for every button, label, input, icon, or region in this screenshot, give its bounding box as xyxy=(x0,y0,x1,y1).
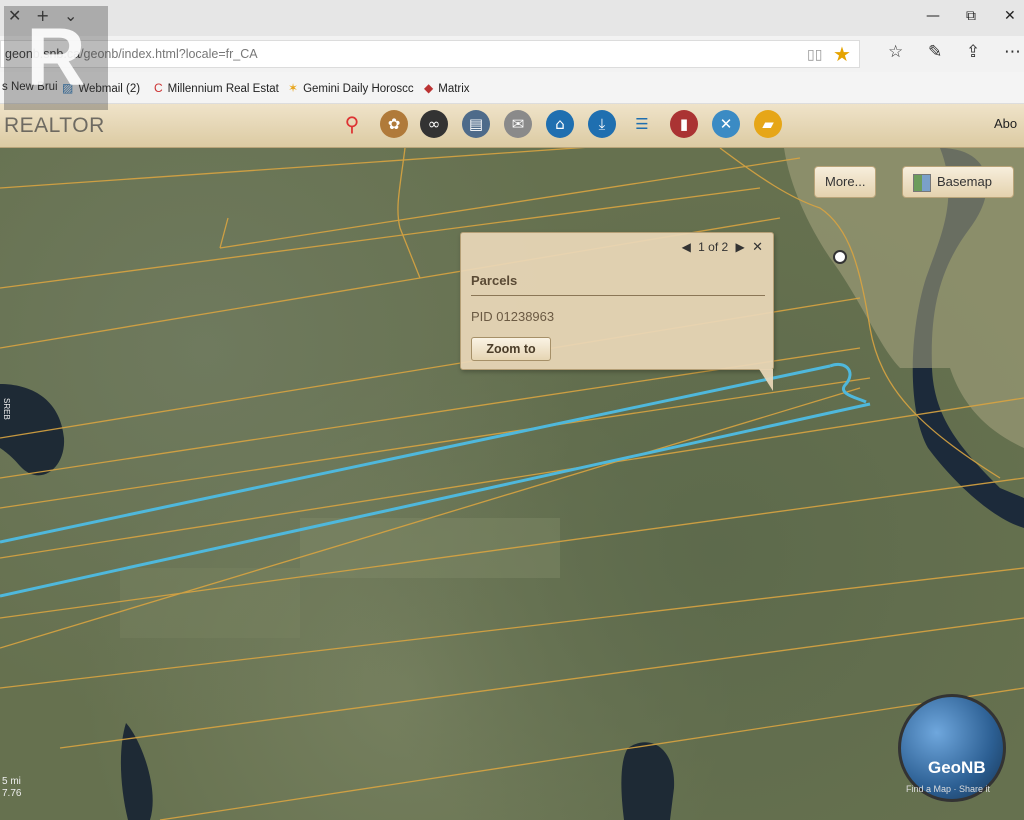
basemap-label: Basemap xyxy=(937,174,992,189)
favorite-item[interactable]: ◆ Matrix xyxy=(424,81,470,95)
printer-icon[interactable]: ▤ xyxy=(462,110,490,138)
restore-icon[interactable]: ⧉ xyxy=(966,8,976,24)
star-burst-icon: ✶ xyxy=(288,81,299,95)
more-button[interactable]: More... xyxy=(814,166,877,198)
scale-bar: 5 mi 7.76 xyxy=(2,776,22,799)
address-bar: geonb.snb.ca/geonb/index.html?locale=fr_… xyxy=(0,36,1024,72)
popup-pager: ◀ 1 of 2 ▶ ✕ xyxy=(678,240,763,255)
browser-titlebar: ✕ + ⌄ — ⧉ ✕ xyxy=(0,0,1024,36)
book-icon[interactable]: ▮ xyxy=(670,110,698,138)
lake-shape xyxy=(621,742,675,820)
map-canvas[interactable]: More... Basemap ◀ 1 of 2 ▶ ✕ Parcels PID… xyxy=(0,148,1024,820)
share-icon[interactable]: ⇪ xyxy=(966,42,980,62)
pager-text: 1 of 2 xyxy=(698,240,729,254)
window-close-icon[interactable]: ✕ xyxy=(1004,8,1016,24)
favorites-hub-icon[interactable]: ☆ xyxy=(888,42,903,62)
pin-icon[interactable]: ⚲ xyxy=(338,110,366,138)
globe-tool-icon[interactable]: ✕ xyxy=(712,110,740,138)
mailbox-icon[interactable]: ✉ xyxy=(504,110,532,138)
geonb-tagline: Find a Map · Share it xyxy=(906,784,991,794)
map-edge-label: SREB xyxy=(2,398,11,420)
more-options-icon[interactable]: ⋯ xyxy=(1004,42,1021,62)
pen-note-icon[interactable]: ✎ xyxy=(928,42,942,62)
popup-pointer xyxy=(759,369,773,391)
minimize-icon[interactable]: — xyxy=(926,8,940,24)
list-icon[interactable]: ☰ xyxy=(628,110,656,138)
zoom-to-button[interactable]: Zoom to xyxy=(471,337,551,361)
parcel-popup: ◀ 1 of 2 ▶ ✕ Parcels PID 01238963 Zoom t… xyxy=(460,232,774,391)
popup-divider xyxy=(471,295,765,296)
favorites-bar: s New Brui ▨ Webmail (2) C Millennium Real… xyxy=(0,72,1024,104)
favorite-item[interactable]: ✶ Gemini Daily Horoscc xyxy=(288,81,414,95)
paint-palette-icon[interactable]: ✿ xyxy=(380,110,408,138)
home-icon[interactable]: ⌂ xyxy=(546,110,574,138)
binoculars-icon[interactable]: ∞ xyxy=(420,110,448,138)
basemap-button[interactable]: Basemap xyxy=(902,166,1014,198)
prev-arrow-icon[interactable]: ◀ xyxy=(682,240,691,254)
cs-logo-icon: C xyxy=(154,81,163,95)
map-toolbar: ⚲ ✿ ∞ ▤ ✉ ⌂ ⤓ ☰ ▮ ✕ ▰ Abo xyxy=(0,104,1024,148)
url-field[interactable]: geonb.snb.ca/geonb/index.html?locale=fr_… xyxy=(0,40,860,68)
about-link[interactable]: Abo xyxy=(994,116,1017,131)
popup-title: Parcels xyxy=(471,273,518,288)
basemap-icon xyxy=(913,173,931,192)
folder-icon[interactable]: ▰ xyxy=(754,110,782,138)
favorite-star-icon[interactable]: ★ xyxy=(833,42,851,67)
location-marker-icon[interactable] xyxy=(833,250,847,264)
realtor-wordmark: REALTOR xyxy=(4,114,105,137)
favorite-item[interactable]: C Millennium Real Estat xyxy=(154,81,279,95)
realtor-logo: R xyxy=(4,6,108,110)
cube-icon: ◆ xyxy=(424,81,434,95)
next-arrow-icon[interactable]: ▶ xyxy=(736,240,745,254)
download-icon[interactable]: ⤓ xyxy=(588,110,616,138)
reading-view-icon[interactable]: ▯▯ xyxy=(807,46,822,63)
geonb-label: GeoNB xyxy=(928,758,986,777)
popup-close-icon[interactable]: ✕ xyxy=(752,240,763,255)
parcel-pid: PID 01238963 xyxy=(471,309,555,324)
